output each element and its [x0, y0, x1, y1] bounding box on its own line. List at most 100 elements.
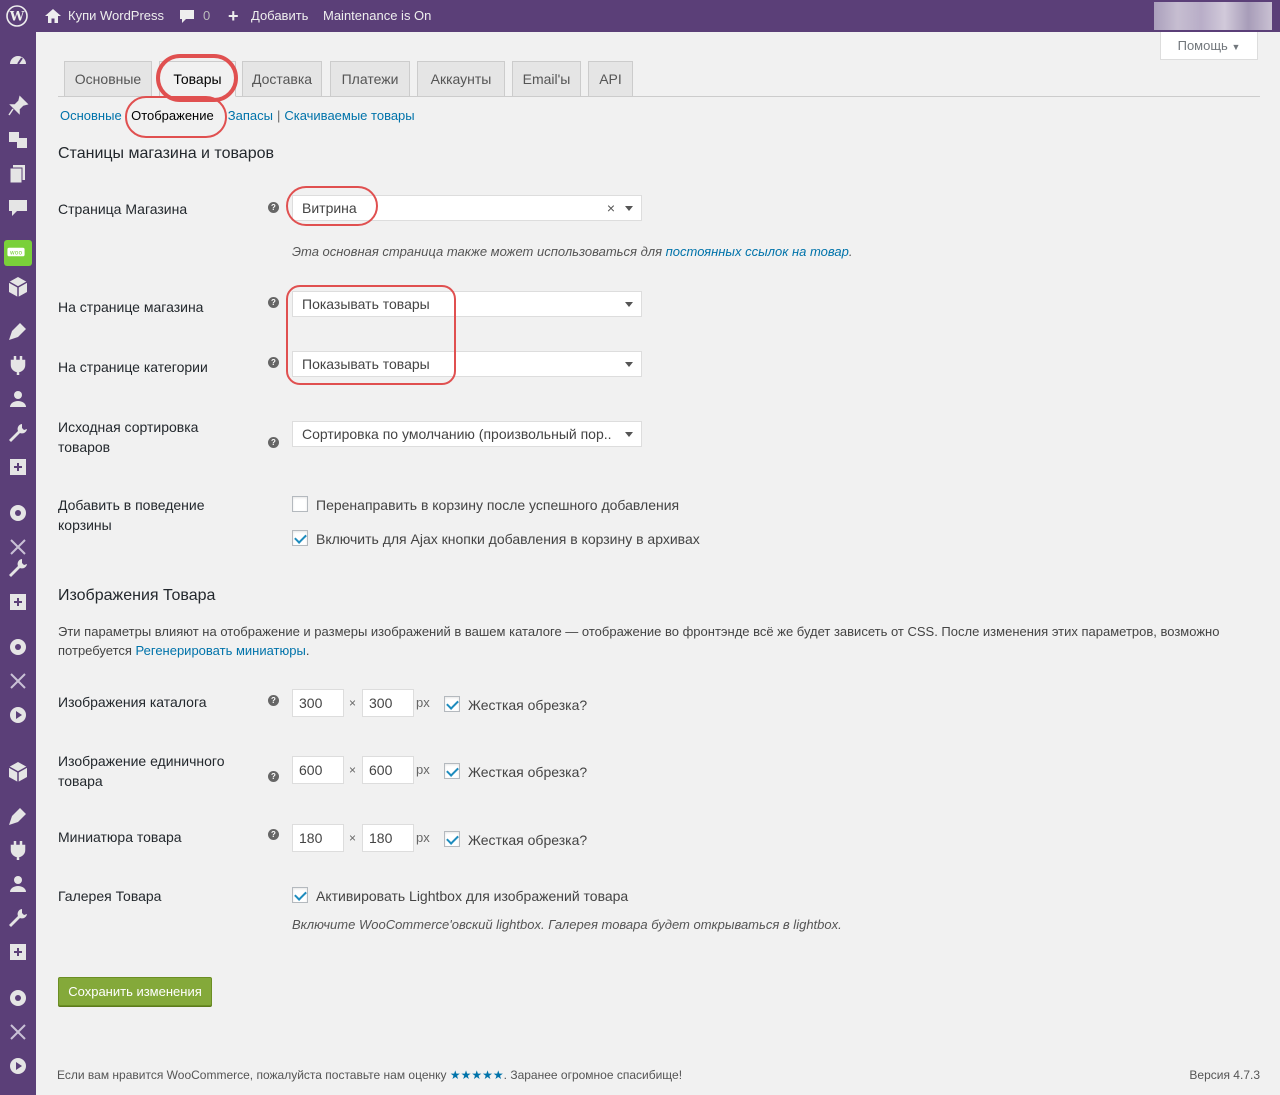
plugins-icon[interactable]	[6, 353, 30, 377]
comments-count[interactable]: 0	[203, 0, 210, 32]
cart-redirect-checkbox[interactable]	[292, 496, 308, 512]
comments-menu-icon[interactable]	[6, 196, 30, 220]
sorting-select[interactable]: Сортировка по умолчанию (произвольный по…	[292, 421, 642, 447]
sorting-value: Сортировка по умолчанию (произвольный по…	[302, 426, 612, 442]
pin-icon[interactable]	[6, 94, 30, 118]
shop-page-value: Витрина	[302, 200, 357, 216]
admin-bar: W Купи WordPress 0 + Добавить Maintenanc…	[0, 0, 1280, 32]
plus-icon[interactable]: +	[228, 0, 239, 32]
comments-icon[interactable]	[179, 0, 195, 32]
category-display-label: На странице категории	[58, 359, 208, 375]
help-tip-icon[interactable]: ?	[268, 297, 279, 308]
tab-emails[interactable]: Email'ы	[512, 61, 581, 97]
users-icon[interactable]	[6, 387, 30, 411]
tab-api[interactable]: API	[588, 61, 633, 97]
subnav-display[interactable]: Отображение	[131, 108, 214, 123]
play-icon-2[interactable]	[6, 1054, 30, 1078]
tab-payments[interactable]: Платежи	[330, 61, 410, 97]
subnav-downloads[interactable]: Скачиваемые товары	[284, 108, 414, 123]
tab-shipping[interactable]: Доставка	[242, 61, 322, 97]
appearance-brush-icon[interactable]	[6, 319, 30, 343]
shop-page-select[interactable]: Витрина ×	[292, 195, 642, 221]
pages-icon[interactable]	[6, 162, 30, 186]
wrench-icon-2[interactable]	[6, 556, 30, 580]
home-icon[interactable]	[44, 0, 62, 32]
catalog-crop-checkbox[interactable]	[444, 696, 460, 712]
tools-cross-icon-3[interactable]	[6, 1020, 30, 1044]
footer-text-2: , пожалуйста поставьте нам оценку	[249, 1068, 450, 1082]
category-display-value: Показывать товары	[302, 356, 430, 372]
px-unit: px	[416, 830, 430, 845]
regenerate-thumbnails-link[interactable]: Регенерировать миниатюры	[136, 643, 306, 658]
subnav-sep: |	[124, 108, 129, 123]
cart-ajax-checkbox[interactable]	[292, 530, 308, 546]
chevron-down-icon	[625, 432, 633, 437]
tab-products[interactable]: Товары	[159, 61, 236, 97]
woocommerce-icon[interactable]: woo	[4, 240, 32, 266]
sorting-label: Исходная сортировка товаров	[58, 419, 199, 455]
thumb-crop-text: Жесткая обрезка?	[468, 832, 588, 848]
single-crop-checkbox[interactable]	[444, 763, 460, 779]
help-tip-icon[interactable]: ?	[268, 437, 279, 448]
thumb-width-input[interactable]: 180	[292, 824, 344, 852]
help-tip-icon[interactable]: ?	[268, 357, 279, 368]
tools-wrench-icon-3[interactable]	[6, 906, 30, 930]
category-display-select[interactable]: Показывать товары	[292, 351, 642, 377]
tools-cross-icon-2[interactable]	[6, 669, 30, 693]
import-icon[interactable]	[6, 455, 30, 479]
single-width-input[interactable]: 600	[292, 756, 344, 784]
users-icon-2[interactable]	[6, 872, 30, 896]
tab-general[interactable]: Основные	[64, 61, 152, 97]
settings-tabs: Основные Товары Доставка Платежи Аккаунт…	[58, 61, 1260, 97]
save-button[interactable]: Сохранить изменения	[58, 977, 212, 1006]
svg-text:W: W	[9, 10, 25, 25]
footer-text: Если вам нравится WooCommerce, пожалуйст…	[57, 1068, 682, 1082]
media-icon[interactable]	[6, 128, 30, 152]
settings-gear-icon[interactable]	[6, 501, 30, 525]
products-box-icon[interactable]	[6, 275, 30, 299]
gallery-lightbox-checkbox[interactable]	[292, 887, 308, 903]
tools-wrench-icon[interactable]	[6, 421, 30, 445]
add-new-link[interactable]: Добавить	[251, 0, 308, 32]
wordpress-logo-icon[interactable]: W	[6, 0, 28, 32]
times-sign: ×	[349, 696, 357, 710]
maintenance-status[interactable]: Maintenance is On	[323, 0, 431, 32]
play-icon[interactable]	[6, 703, 30, 727]
subnav-general[interactable]: Основные	[60, 108, 122, 123]
rating-stars-link[interactable]: ★★★★★	[450, 1068, 504, 1082]
dashboard-icon[interactable]	[6, 48, 30, 72]
shop-page-desc-end: .	[848, 244, 853, 259]
thumb-height-input[interactable]: 180	[362, 824, 414, 852]
single-height-input[interactable]: 600	[362, 756, 414, 784]
catalog-width-input[interactable]: 300	[292, 689, 344, 717]
version-label: Версия 4.7.3	[1189, 1068, 1260, 1082]
images-description: Эти параметры влияют на отображение и ра…	[58, 622, 1258, 660]
help-tip-icon[interactable]: ?	[268, 771, 279, 782]
help-button[interactable]: Помощь ▼	[1160, 32, 1258, 60]
times-sign: ×	[349, 831, 357, 845]
help-tip-icon[interactable]: ?	[268, 829, 279, 840]
appearance-brush-icon-2[interactable]	[6, 804, 30, 828]
px-unit: px	[416, 695, 430, 710]
import-icon-2[interactable]	[6, 590, 30, 614]
subnav-stock[interactable]: Запасы	[228, 108, 273, 123]
site-name-link[interactable]: Купи WordPress	[68, 0, 164, 32]
clear-icon[interactable]: ×	[607, 196, 615, 220]
tab-accounts[interactable]: Аккаунты	[417, 61, 505, 97]
settings-gear-icon-2[interactable]	[6, 635, 30, 659]
products-box-icon-2[interactable]	[6, 760, 30, 784]
plugins-icon-2[interactable]	[6, 838, 30, 862]
settings-gear-icon-3[interactable]	[6, 986, 30, 1010]
user-avatar-blurred[interactable]	[1154, 2, 1272, 30]
help-tip-icon[interactable]: ?	[268, 202, 279, 213]
shop-display-select[interactable]: Показывать товары	[292, 291, 642, 317]
subnav-sep-2: |	[276, 108, 281, 123]
permalinks-link[interactable]: постоянных ссылок на товар	[666, 244, 849, 259]
gallery-lightbox-text: Активировать Lightbox для изображений то…	[316, 888, 629, 904]
catalog-height-input[interactable]: 300	[362, 689, 414, 717]
import-icon-3[interactable]	[6, 940, 30, 964]
thumb-crop-checkbox[interactable]	[444, 831, 460, 847]
help-tip-icon[interactable]: ?	[268, 695, 279, 706]
footer-text-3: . Заранее огромное спасибище!	[503, 1068, 683, 1082]
sub-navigation: Основные|Отображение |Запасы|Скачиваемые…	[60, 108, 415, 124]
